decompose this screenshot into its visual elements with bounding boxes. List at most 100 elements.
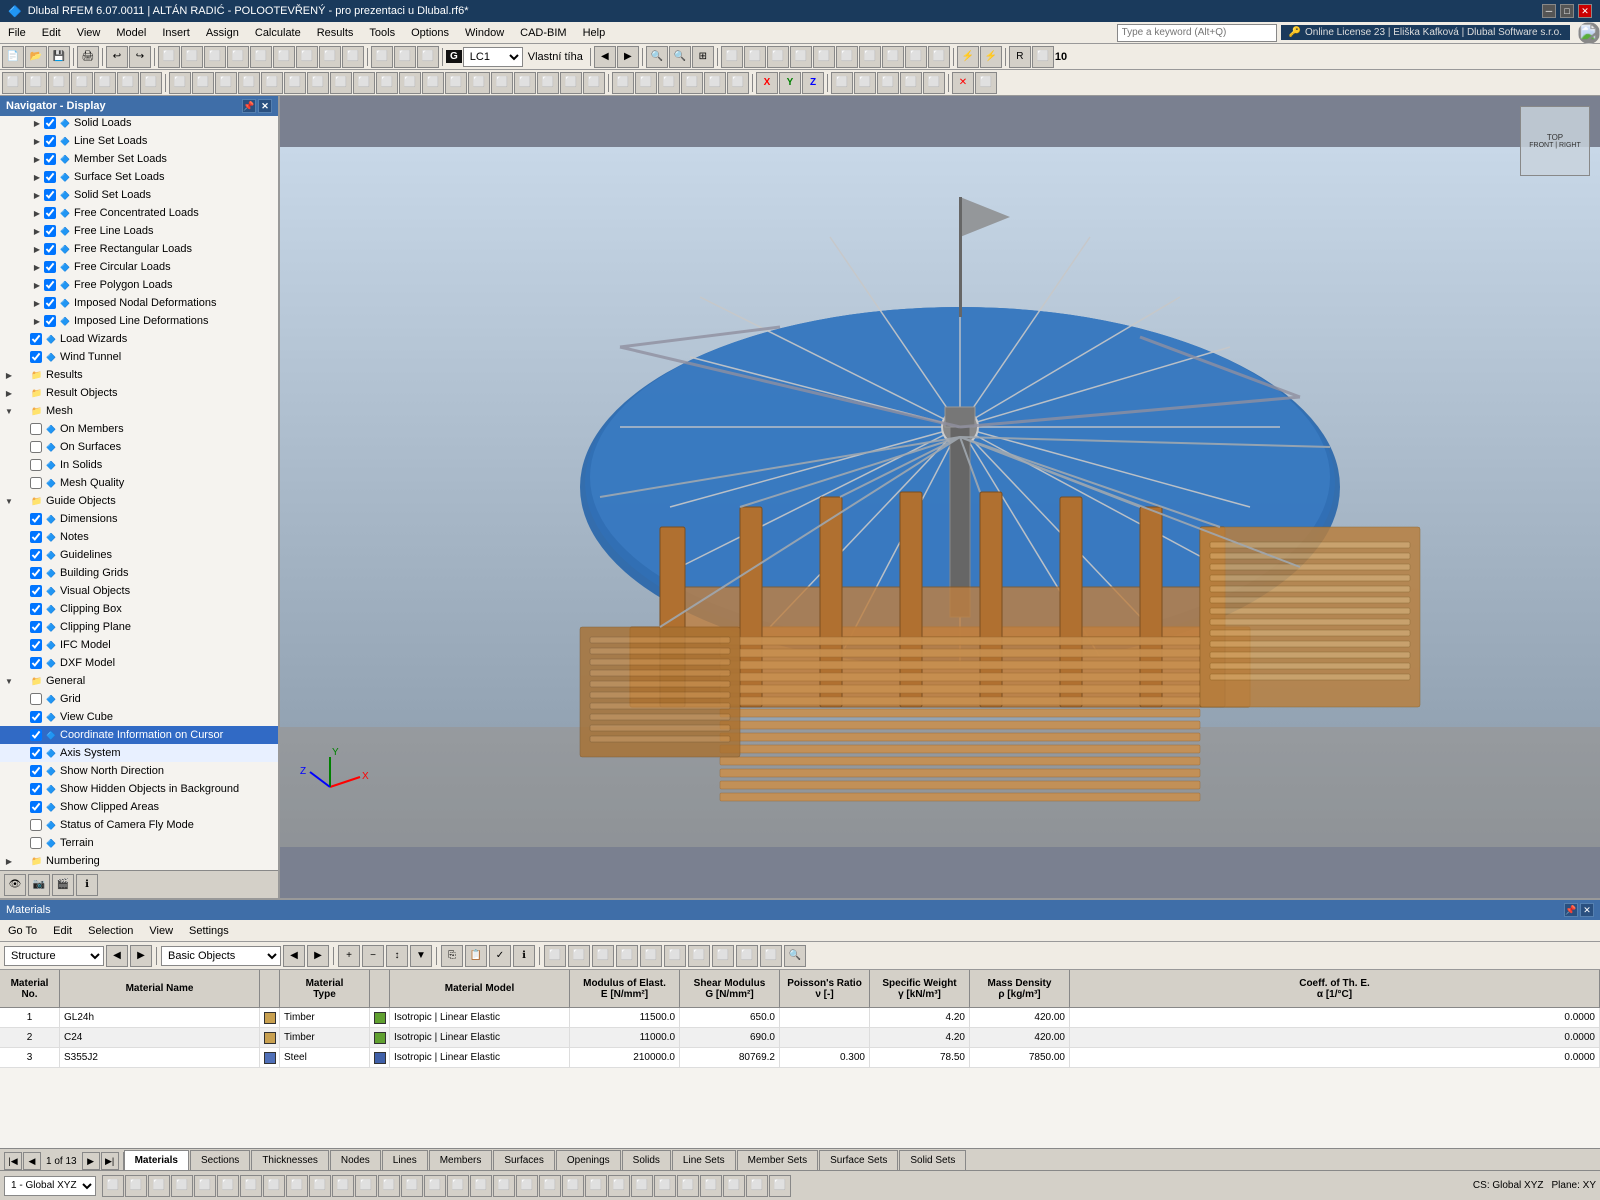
btn14[interactable]: ⬜ [744,46,766,68]
nav-expand-on-surfaces[interactable] [18,442,28,452]
object-filter[interactable]: Basic Objects [161,946,281,966]
nav-item-free-poly-loads[interactable]: ▶🔷Free Polygon Loads [0,276,278,294]
nav-item-axis-system[interactable]: 🔷Axis System [0,744,278,762]
s11[interactable]: ⬜ [332,1175,354,1197]
nav-info-btn[interactable]: ℹ [76,874,98,896]
nav-expand-mesh[interactable]: ▼ [4,406,14,416]
btn2[interactable]: ⬜ [181,46,203,68]
nav-expand-solid-loads[interactable]: ▶ [32,118,42,128]
f7[interactable]: ⬜ [688,945,710,967]
t2-34[interactable]: ⬜ [854,72,876,94]
menu-window[interactable]: Window [457,22,512,44]
cell-g-0[interactable]: 650.0 [680,1008,780,1027]
t2-19[interactable]: ⬜ [422,72,444,94]
s3[interactable]: ⬜ [148,1175,170,1197]
nav-item-mesh-quality[interactable]: 🔷Mesh Quality [0,474,278,492]
nav-check-free-rect-loads[interactable] [44,243,56,255]
menu-cad-bim[interactable]: CAD-BIM [512,22,574,44]
nav-prev[interactable]: ◀ [594,46,616,68]
nav-item-guide-objects[interactable]: ▼📁Guide Objects [0,492,278,510]
nav-expand-axis-system[interactable] [18,748,28,758]
nav-expand-guide-objects[interactable]: ▼ [4,496,14,506]
page-last[interactable]: ▶| [101,1152,119,1170]
nav-expand-camera-fly[interactable] [18,820,28,830]
nav-header-buttons[interactable]: 📌 ✕ [242,99,272,113]
cell-nu-0[interactable] [780,1008,870,1027]
sort-btn[interactable]: ↕ [386,945,408,967]
nav-check-grid[interactable] [30,693,42,705]
tab-line-sets[interactable]: Line Sets [672,1150,736,1170]
nav-item-building-grids[interactable]: 🔷Building Grids [0,564,278,582]
f3[interactable]: ⬜ [592,945,614,967]
nav-expand-wind-tunnel[interactable] [18,352,28,362]
nav-item-camera-fly[interactable]: 🔷Status of Camera Fly Mode [0,816,278,834]
menu-file[interactable]: File [0,22,34,44]
btn3[interactable]: ⬜ [204,46,226,68]
zoom-out[interactable]: 🔍 [669,46,691,68]
nav-expand-dimensions[interactable] [18,514,28,524]
nav-item-in-solids[interactable]: 🔷In Solids [0,456,278,474]
filter-prev[interactable]: ◀ [106,945,128,967]
t2-26[interactable]: ⬜ [583,72,605,94]
filter-btn[interactable]: ▼ [410,945,432,967]
cell-rho-2[interactable]: 7850.00 [970,1048,1070,1067]
nav-item-line-set-loads[interactable]: ▶🔷Line Set Loads [0,132,278,150]
nav-expand-results[interactable]: ▶ [4,370,14,380]
del-row-btn[interactable]: − [362,945,384,967]
nav-expand-member-set-loads[interactable]: ▶ [32,154,42,164]
nav-expand-result-objects[interactable]: ▶ [4,388,14,398]
nav-expand-dxf-model[interactable] [18,658,28,668]
nav-expand-show-north[interactable] [18,766,28,776]
f1[interactable]: ⬜ [544,945,566,967]
btn4[interactable]: ⬜ [227,46,249,68]
btn19[interactable]: ⬜ [859,46,881,68]
nav-check-wind-tunnel[interactable] [30,351,42,363]
btn1[interactable]: ⬜ [158,46,180,68]
btn22[interactable]: ⬜ [928,46,950,68]
nav-expand-clipped-areas[interactable] [18,802,28,812]
nav-check-load-wizards[interactable] [30,333,42,345]
nav-expand-numbering[interactable]: ▶ [4,856,14,866]
btn10[interactable]: ⬜ [371,46,393,68]
t2-21[interactable]: ⬜ [468,72,490,94]
nav-expand-grid[interactable] [18,694,28,704]
nav-check-dimensions[interactable] [30,513,42,525]
menu-options[interactable]: Options [403,22,457,44]
t2-12[interactable]: ⬜ [261,72,283,94]
nav-item-dxf-model[interactable]: 🔷DXF Model [0,654,278,672]
cell-alpha-1[interactable]: 0.0000 [1070,1028,1600,1047]
s12[interactable]: ⬜ [355,1175,377,1197]
navigator-content[interactable]: 🔷Display Imperfections in Load Cases & C… [0,116,278,870]
s8[interactable]: ⬜ [263,1175,285,1197]
nav-expand-coord-cursor[interactable] [18,730,28,740]
menu-calculate[interactable]: Calculate [247,22,309,44]
t2-23[interactable]: ⬜ [514,72,536,94]
menu-assign[interactable]: Assign [198,22,247,44]
nav-expand-on-members[interactable] [18,424,28,434]
s2[interactable]: ⬜ [125,1175,147,1197]
cell-g-2[interactable]: 80769.2 [680,1048,780,1067]
redo-btn[interactable]: ↪ [129,46,151,68]
nav-item-ifc-model[interactable]: 🔷IFC Model [0,636,278,654]
t2-6[interactable]: ⬜ [117,72,139,94]
nav-camera-btn[interactable]: 📷 [28,874,50,896]
nav-item-imposed-nodal[interactable]: ▶🔷Imposed Nodal Deformations [0,294,278,312]
t2-27[interactable]: ⬜ [612,72,634,94]
s30[interactable]: ⬜ [769,1175,791,1197]
nav-expand-free-rect-loads[interactable]: ▶ [32,244,42,254]
nav-check-terrain[interactable] [30,837,42,849]
nav-check-free-circ-loads[interactable] [44,261,56,273]
nav-next[interactable]: ▶ [617,46,639,68]
menu-model[interactable]: Model [108,22,154,44]
nav-check-building-grids[interactable] [30,567,42,579]
info-btn[interactable]: ℹ [513,945,535,967]
t2-37[interactable]: ⬜ [923,72,945,94]
cell-gamma-1[interactable]: 4.20 [870,1028,970,1047]
page-next[interactable]: ▶ [82,1152,100,1170]
nav-check-show-north[interactable] [30,765,42,777]
f8[interactable]: ⬜ [712,945,734,967]
nav-item-surface-set-loads[interactable]: ▶🔷Surface Set Loads [0,168,278,186]
tab-sections[interactable]: Sections [190,1150,250,1170]
nav-item-wind-tunnel[interactable]: 🔷Wind Tunnel [0,348,278,366]
btn17[interactable]: ⬜ [813,46,835,68]
